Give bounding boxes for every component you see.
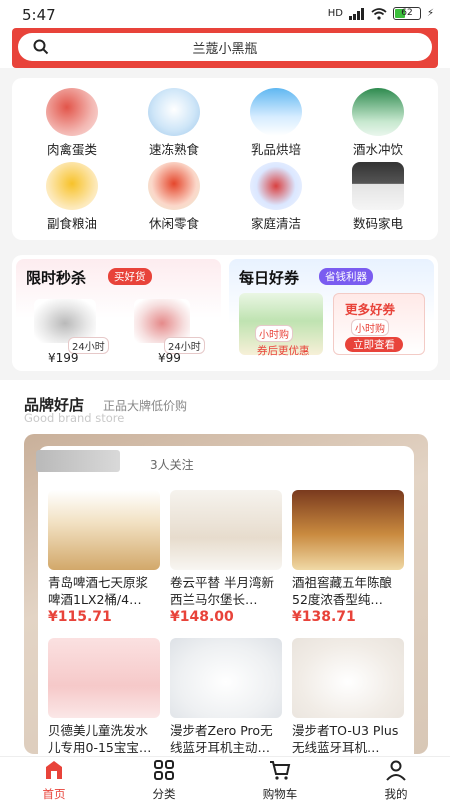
category-drinks[interactable]: 酒水冲饮 bbox=[328, 88, 428, 158]
product-card[interactable]: 漫步者Zero Pro无线蓝牙耳机主动… bbox=[170, 638, 282, 756]
search-input[interactable]: 兰蔻小黑瓶 bbox=[18, 33, 432, 61]
search-query: 兰蔻小黑瓶 bbox=[192, 42, 258, 57]
tab-label: 我的 bbox=[384, 787, 408, 800]
category-label: 酒水冲饮 bbox=[352, 142, 403, 157]
product-image-shampoo bbox=[48, 638, 160, 718]
product-name: 卷云平替 半月湾新西兰马尔堡长… bbox=[170, 575, 274, 607]
cleaning-icon bbox=[250, 162, 302, 210]
frozen-food-icon bbox=[148, 88, 200, 136]
battery-level: 62 bbox=[401, 8, 413, 18]
product-price: ¥138.71 bbox=[292, 609, 356, 625]
network-label: HD bbox=[327, 8, 343, 19]
product-card[interactable]: 青岛啤酒七天原浆啤酒1LX2桶/4… ¥115.71 bbox=[48, 490, 160, 625]
daily-right-title: 更多好券 bbox=[345, 302, 396, 317]
user-icon bbox=[386, 760, 406, 781]
category-label: 数码家电 bbox=[352, 216, 403, 231]
daily-coupon-card[interactable]: 每日好券 省钱利器 小时购 券后更优惠 更多好券 小时购 立即查看 bbox=[229, 259, 434, 367]
view-now-button[interactable]: 立即查看 bbox=[345, 337, 403, 352]
status-bar: 5:47 HD 62 ⚡ bbox=[0, 0, 450, 28]
product-image-earbuds bbox=[170, 638, 282, 718]
product-price: ¥115.71 bbox=[48, 609, 112, 625]
daily-right-hours: 小时购 bbox=[351, 319, 389, 336]
category-label: 休闲零食 bbox=[148, 216, 199, 231]
tab-label: 首页 bbox=[42, 787, 66, 800]
category-cleaning[interactable]: 家庭清洁 bbox=[226, 162, 326, 232]
category-dairy[interactable]: 乳品烘培 bbox=[226, 88, 326, 158]
tab-label: 分类 bbox=[152, 787, 176, 800]
product-image-beer bbox=[48, 490, 160, 570]
product-name: 酒祖窖藏五年陈酿52度浓香型纯… bbox=[292, 575, 393, 607]
product-price: ¥148.00 bbox=[170, 609, 234, 625]
tab-profile[interactable]: 我的 bbox=[356, 759, 436, 800]
category-label: 速冻熟食 bbox=[148, 142, 199, 157]
category-electronics[interactable]: 数码家电 bbox=[328, 162, 428, 232]
category-grid: 肉禽蛋类 速冻熟食 乳品烘培 酒水冲饮 副食粮油 休闲零食 家庭清洁 数码家电 bbox=[12, 78, 438, 240]
drinks-icon bbox=[352, 88, 404, 136]
snacks-icon bbox=[148, 162, 200, 210]
product-card[interactable]: 贝德美儿童洗发水儿专用0-15宝宝… bbox=[48, 638, 160, 756]
grid-icon bbox=[154, 760, 174, 780]
product-card[interactable]: 漫步者TO-U3 Plus无线蓝牙耳机… bbox=[292, 638, 404, 756]
product-card[interactable]: 卷云平替 半月湾新西兰马尔堡长… ¥148.00 bbox=[170, 490, 282, 625]
product-name: 漫步者Zero Pro无线蓝牙耳机主动… bbox=[170, 723, 273, 755]
category-label: 家庭清洁 bbox=[250, 216, 301, 231]
tab-category[interactable]: 分类 bbox=[124, 759, 204, 800]
electronics-icon bbox=[352, 162, 404, 210]
product-image-earbuds-white bbox=[292, 638, 404, 718]
tab-home[interactable]: 首页 bbox=[14, 759, 94, 800]
daily-coupon-title: 每日好券 bbox=[239, 269, 300, 287]
category-snacks[interactable]: 休闲零食 bbox=[124, 162, 224, 232]
tab-label: 购物车 bbox=[262, 787, 298, 800]
dairy-icon bbox=[250, 88, 302, 136]
promo-section: 限时秒杀 买好货 24小时 ¥199 24小时 ¥99 每日好券 省钱利器 小时… bbox=[12, 255, 438, 371]
product-name: 贝德美儿童洗发水儿专用0-15宝宝… bbox=[48, 723, 152, 755]
charging-icon: ⚡ bbox=[426, 8, 434, 19]
daily-coupon-tag: 省钱利器 bbox=[319, 268, 373, 285]
search-bar-background: 兰蔻小黑瓶 bbox=[12, 28, 438, 68]
oil-icon bbox=[46, 162, 98, 210]
shop-logo bbox=[36, 450, 120, 472]
status-icons: HD 62 ⚡ bbox=[328, 7, 434, 20]
category-label: 副食粮油 bbox=[46, 216, 97, 231]
product-image-liquor bbox=[292, 490, 404, 570]
flash-price: ¥99 bbox=[158, 351, 181, 365]
flash-sale-card[interactable]: 限时秒杀 买好货 24小时 ¥199 24小时 ¥99 bbox=[16, 259, 221, 367]
category-grain-oil[interactable]: 副食粮油 bbox=[22, 162, 122, 232]
bottom-tab-bar: 首页 分类 购物车 我的 bbox=[0, 756, 450, 800]
product-image-wine bbox=[170, 490, 282, 570]
product-card[interactable]: 酒祖窖藏五年陈酿52度浓香型纯… ¥138.71 bbox=[292, 490, 404, 625]
category-frozen[interactable]: 速冻熟食 bbox=[124, 88, 224, 158]
signal-icon bbox=[348, 7, 364, 20]
category-label: 乳品烘培 bbox=[250, 142, 301, 157]
brand-store-section: 品牌好店 正品大牌低价购 Good brand store 3人关注 青岛啤酒七… bbox=[0, 380, 450, 760]
product-name: 青岛啤酒七天原浆啤酒1LX2桶/4… bbox=[48, 575, 149, 607]
category-label: 肉禽蛋类 bbox=[46, 142, 97, 157]
home-icon bbox=[46, 761, 62, 779]
flash-sale-tag: 买好货 bbox=[108, 268, 152, 285]
wifi-icon bbox=[371, 7, 387, 20]
battery-icon: 62 bbox=[392, 7, 421, 20]
daily-left-hours: 小时购 bbox=[255, 325, 293, 342]
daily-left-label: 券后更优惠 bbox=[257, 345, 310, 357]
tab-cart[interactable]: 购物车 bbox=[240, 759, 320, 800]
shop-followers: 3人关注 bbox=[150, 458, 194, 472]
brand-store-en-title: Good brand store bbox=[24, 411, 125, 425]
meat-icon bbox=[46, 88, 98, 136]
cart-icon bbox=[270, 761, 291, 780]
top-bar: 兰蔻小黑瓶 bbox=[0, 28, 450, 68]
product-name: 漫步者TO-U3 Plus无线蓝牙耳机… bbox=[292, 723, 399, 755]
flash-sale-title: 限时秒杀 bbox=[26, 269, 87, 287]
flash-price: ¥199 bbox=[48, 351, 79, 365]
status-time: 5:47 bbox=[22, 6, 56, 24]
category-meat[interactable]: 肉禽蛋类 bbox=[22, 88, 122, 158]
